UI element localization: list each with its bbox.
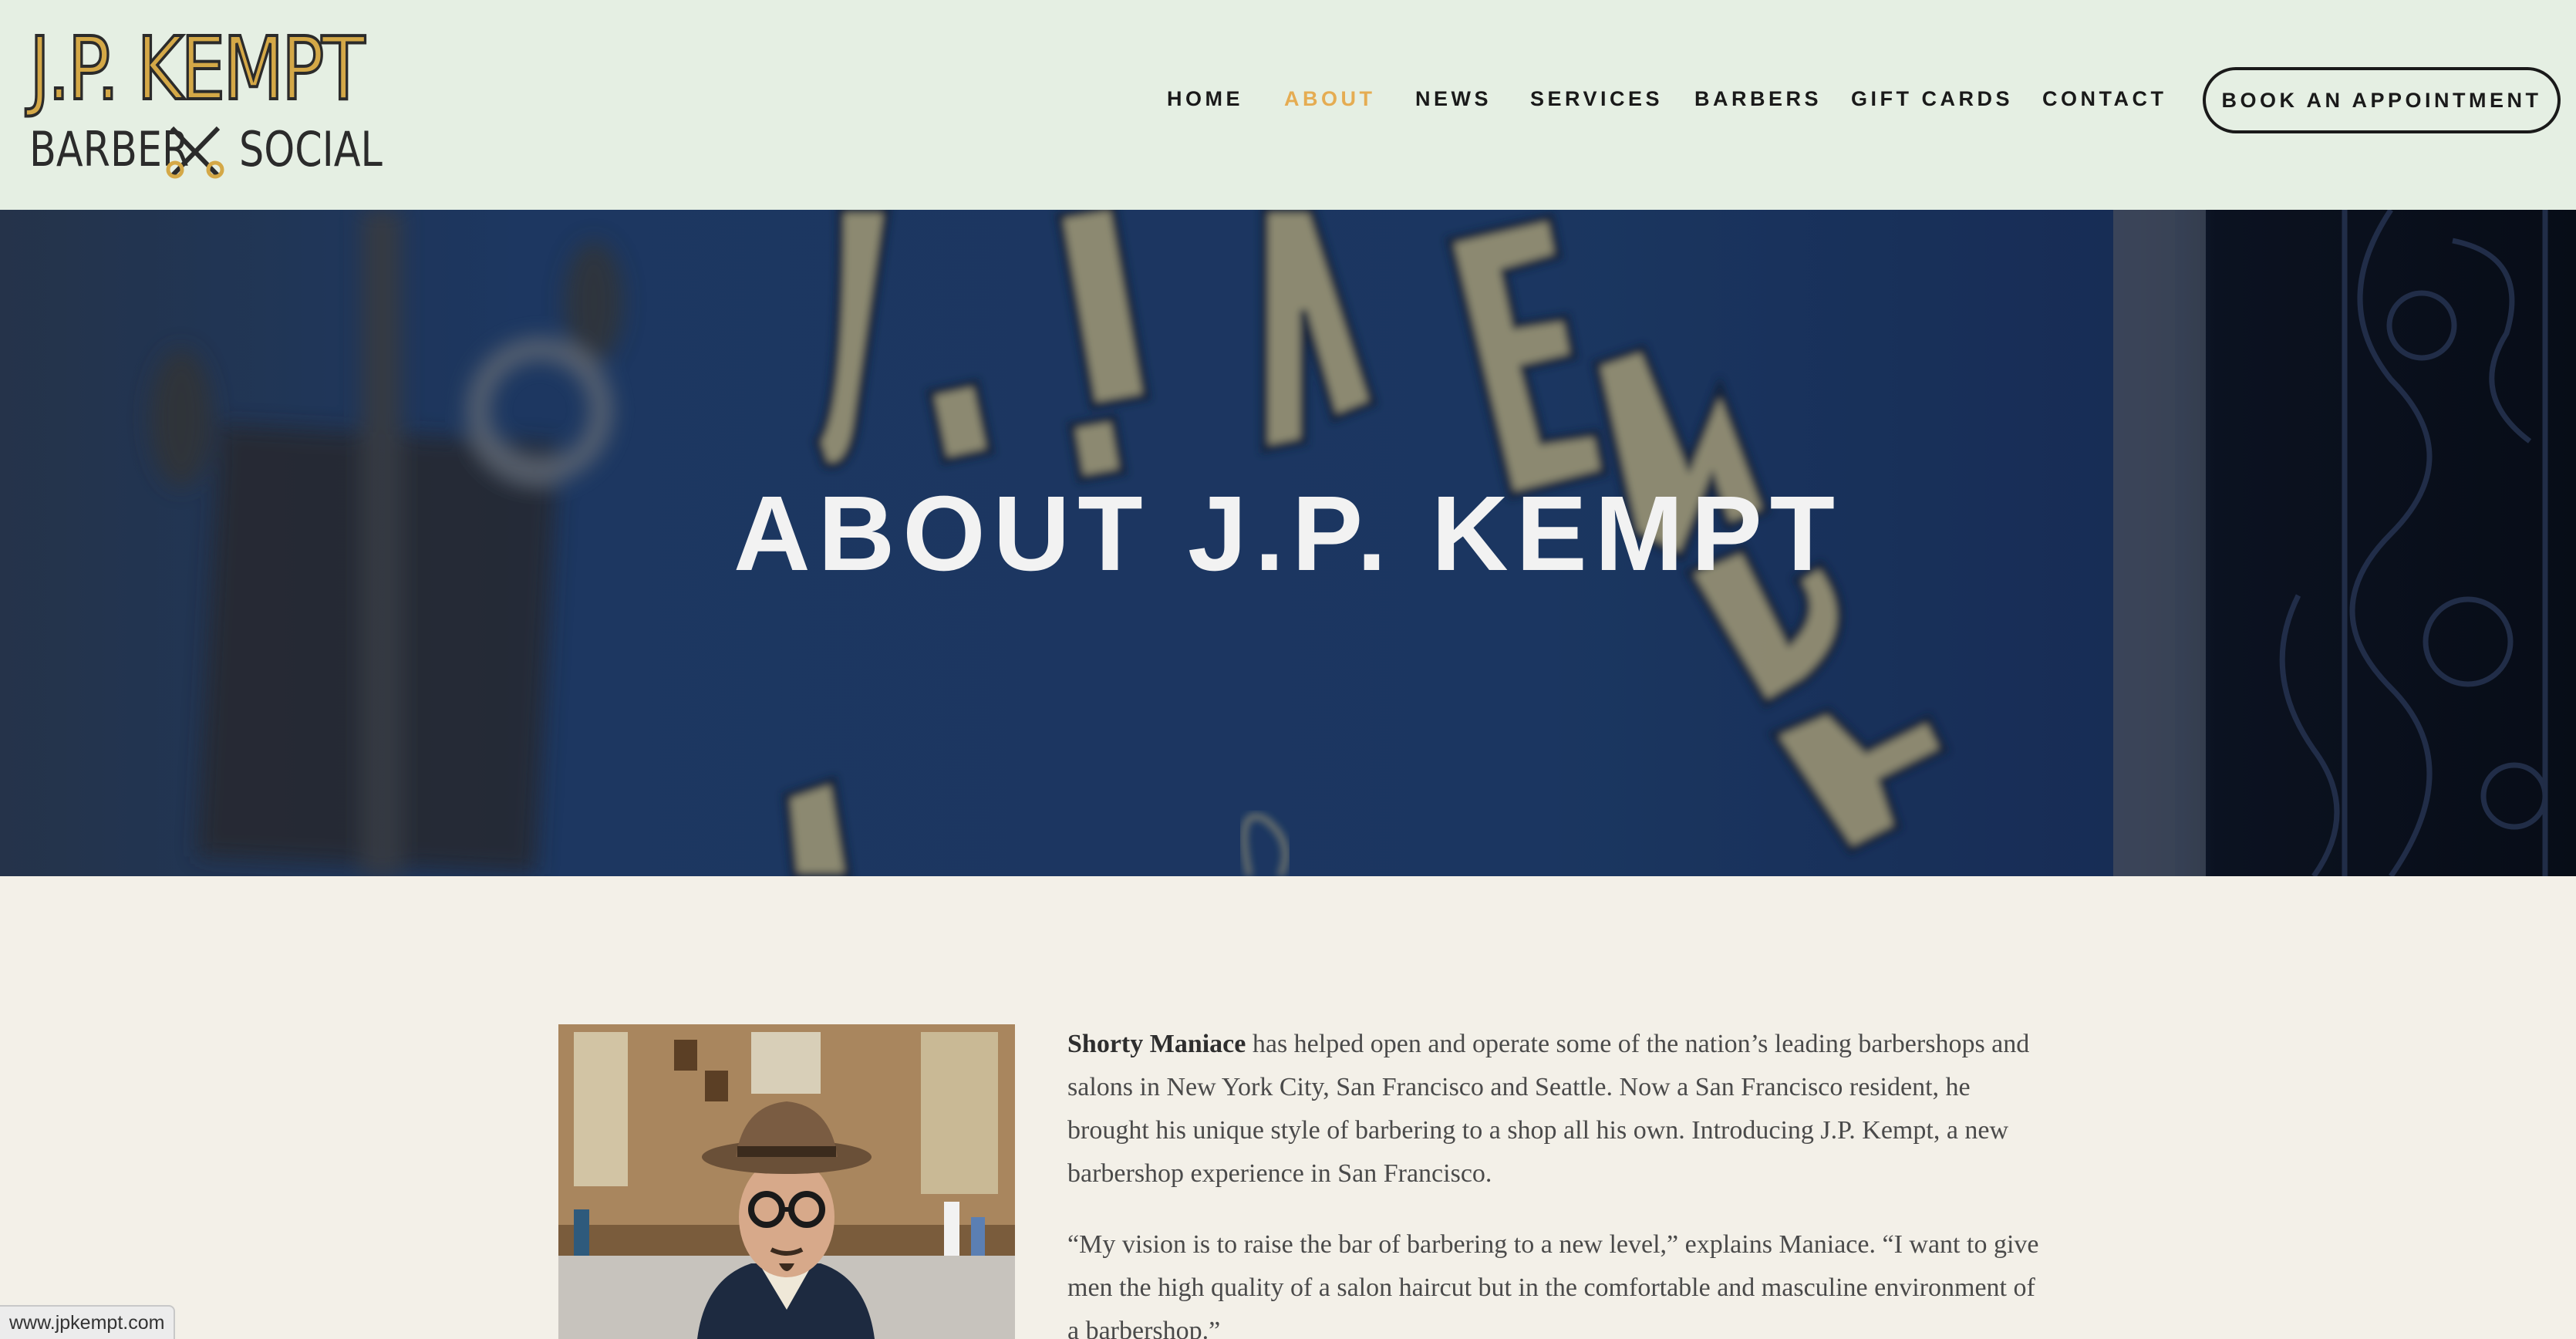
quote-paragraph: “My vision is to raise the bar of barber… bbox=[1067, 1230, 2039, 1339]
nav-item-services[interactable]: SERVICES bbox=[1530, 83, 1663, 114]
intro-name: Shorty Maniace bbox=[1067, 1030, 1246, 1058]
nav-item-home[interactable]: HOME bbox=[1167, 83, 1243, 114]
page-title: ABOUT J.P. KEMPT bbox=[733, 474, 1843, 593]
logo-wordmark: J.P. KEMPT bbox=[28, 19, 366, 120]
hero-banner: ABOUT J.P. KEMPT bbox=[0, 210, 2576, 876]
site-logo[interactable]: J.P. KEMPT BARBER SOCIAL bbox=[28, 19, 383, 180]
nav-item-contact[interactable]: CONTACT bbox=[2042, 83, 2166, 114]
about-text: Shorty Maniace has helped open and opera… bbox=[1067, 1023, 2047, 1339]
status-bar-url: www.jpkempt.com bbox=[0, 1305, 176, 1339]
portrait-illustration bbox=[558, 1024, 1015, 1339]
nav-item-barbers[interactable]: BARBERS bbox=[1694, 83, 1822, 114]
site-header: J.P. KEMPT BARBER SOCIAL HOME ABOUT NEWS… bbox=[0, 0, 2576, 210]
book-appointment-button[interactable]: BOOK AN APPOINTMENT bbox=[2203, 67, 2561, 133]
logo-subline: BARBER SOCIAL bbox=[29, 119, 383, 180]
nav-item-about[interactable]: ABOUT bbox=[1284, 83, 1376, 114]
intro-paragraph: Shorty Maniace has helped open and opera… bbox=[1067, 1023, 2047, 1196]
nav-item-news[interactable]: NEWS bbox=[1415, 83, 1492, 114]
barber-portrait-image bbox=[558, 1024, 1015, 1339]
logo-social-text: SOCIAL bbox=[239, 121, 383, 177]
nav-item-gift-cards[interactable]: GIFT CARDS bbox=[1851, 83, 2013, 114]
scissors-icon bbox=[166, 126, 224, 179]
